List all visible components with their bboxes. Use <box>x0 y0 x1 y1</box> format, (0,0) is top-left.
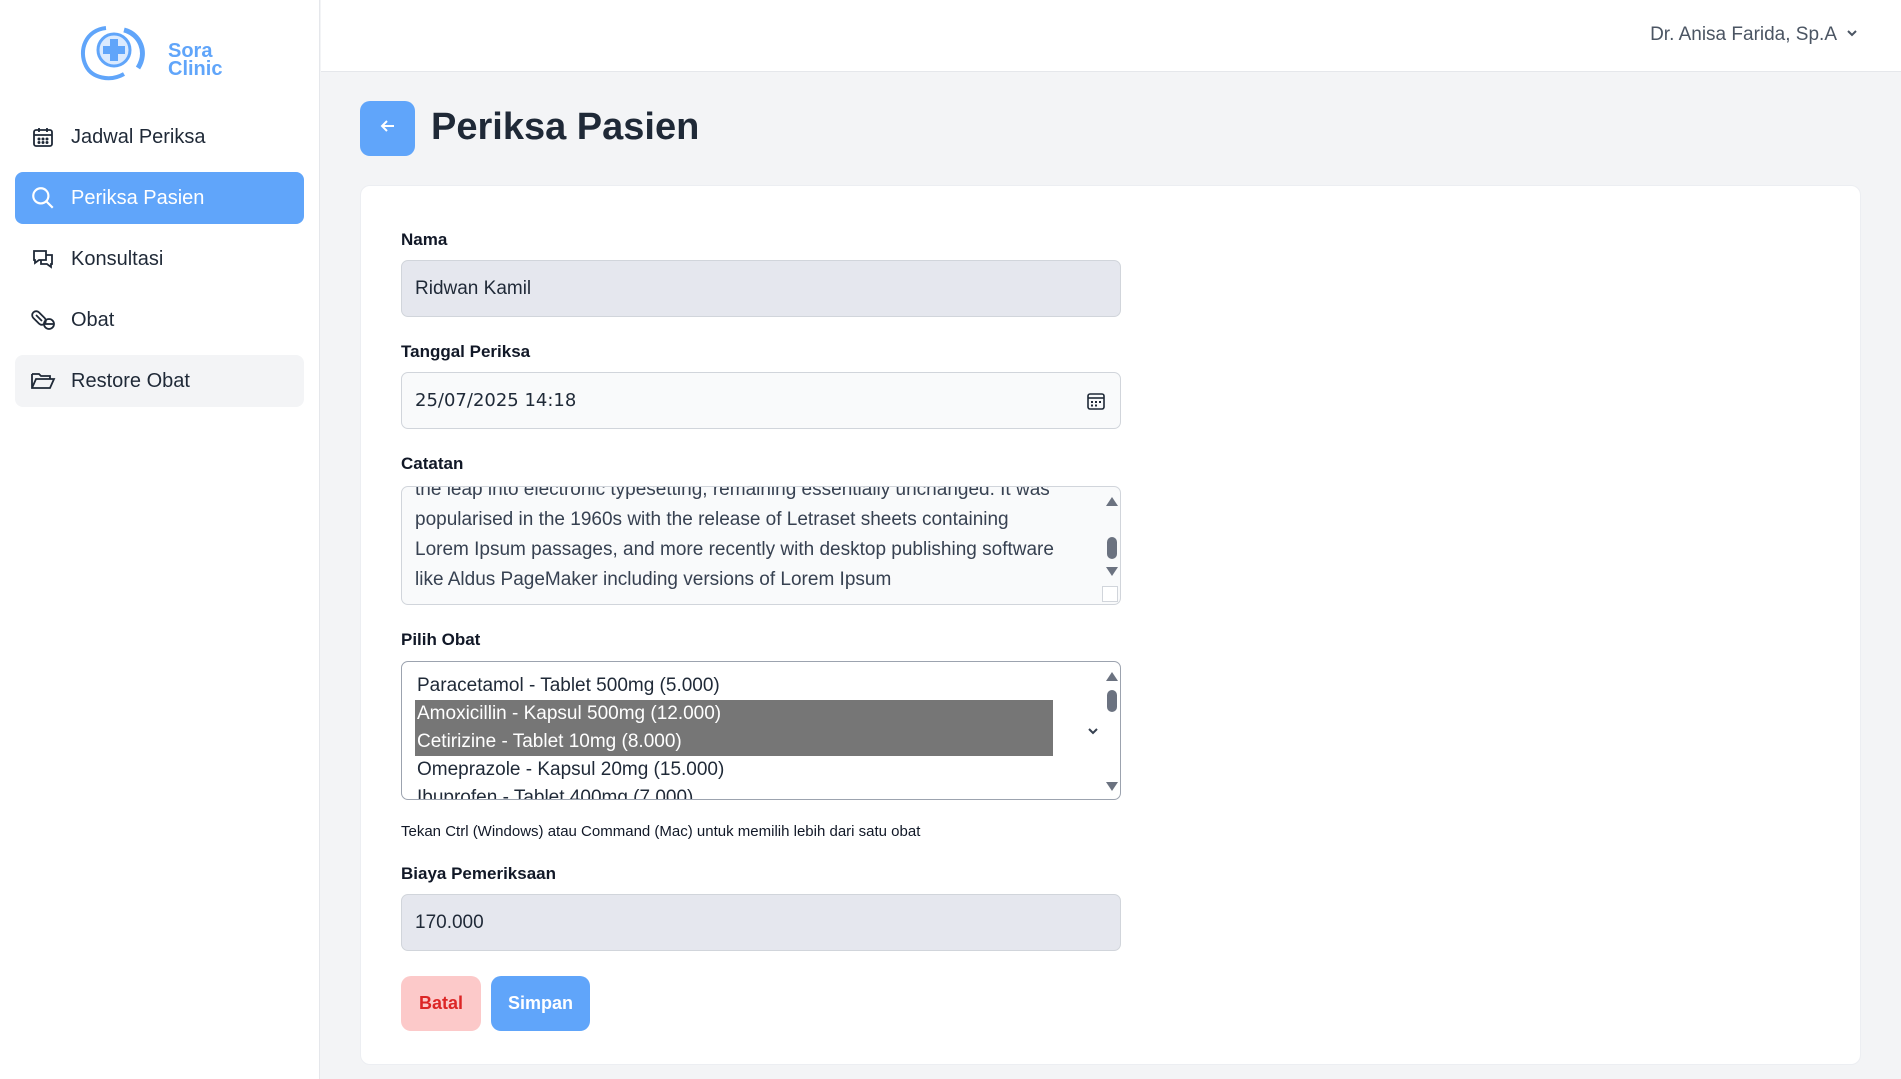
catatan-line: Lorem Ipsum passages, and more recently … <box>415 539 1054 560</box>
back-button[interactable] <box>360 101 415 156</box>
catatan-line: popularised in the 1960s with the releas… <box>415 509 1009 530</box>
sidebar-item-label: Jadwal Periksa <box>71 125 206 148</box>
catatan-line: like Aldus PageMaker including versions … <box>415 569 892 590</box>
tanggal-value: 25/07/2025 14:18 <box>415 390 577 411</box>
sidebar-item-konsultasi[interactable]: Konsultasi <box>15 233 304 285</box>
save-button[interactable]: Simpan <box>491 976 590 1031</box>
chevron-down-icon <box>1086 724 1100 743</box>
logo-text: Sora Clinic <box>168 41 223 80</box>
obat-hint: Tekan Ctrl (Windows) atau Command (Mac) … <box>401 823 921 840</box>
pilih-obat-label: Pilih Obat <box>401 630 481 649</box>
chat-icon <box>29 245 57 273</box>
scroll-thumb[interactable] <box>1107 690 1117 712</box>
calendar-icon <box>29 123 57 151</box>
sidebar-nav: Jadwal Periksa Periksa Pasien Konsultasi <box>15 111 304 416</box>
catatan-text: the leap into electronic typesetting, re… <box>415 486 1095 595</box>
catatan-textarea[interactable]: the leap into electronic typesetting, re… <box>401 486 1121 605</box>
scroll-down-arrow-icon[interactable] <box>1106 567 1118 576</box>
user-name: Dr. Anisa Farida, Sp.A <box>1650 24 1837 45</box>
nama-field[interactable]: Ridwan Kamil <box>401 260 1121 317</box>
sidebar-item-label: Periksa Pasien <box>71 186 205 209</box>
arrow-left-icon <box>378 116 398 141</box>
folder-open-icon <box>29 367 57 395</box>
scroll-up-arrow-icon[interactable] <box>1106 497 1118 506</box>
exam-form-card: Nama Ridwan Kamil Tanggal Periksa 25/07/… <box>360 185 1861 1065</box>
sidebar-item-obat[interactable]: Obat <box>15 294 304 346</box>
biaya-label: Biaya Pemeriksaan <box>401 864 556 883</box>
cancel-button[interactable]: Batal <box>401 976 481 1031</box>
chevron-down-icon <box>1845 26 1859 45</box>
nama-label: Nama <box>401 230 448 249</box>
tanggal-label: Tanggal Periksa <box>401 342 531 361</box>
obat-option-selected[interactable]: Amoxicillin - Kapsul 500mg (12.000) <box>415 700 1053 728</box>
clinic-logo-icon <box>80 26 145 81</box>
logo[interactable]: Sora Clinic <box>76 22 236 84</box>
logo-line-2: Clinic <box>168 58 223 80</box>
scroll-thumb[interactable] <box>1107 537 1117 559</box>
obat-scrollbar[interactable] <box>1104 662 1118 799</box>
obat-multiselect[interactable]: Paracetamol - Tablet 500mg (5.000) Amoxi… <box>401 661 1121 800</box>
catatan-label: Catatan <box>401 454 464 473</box>
sidebar-item-periksa-pasien[interactable]: Periksa Pasien <box>15 172 304 224</box>
nama-value: Ridwan Kamil <box>415 277 532 299</box>
sidebar: Sora Clinic Jadwal Periksa Periksa Pasie… <box>0 0 320 1079</box>
sidebar-item-label: Konsultasi <box>71 247 164 270</box>
tanggal-periksa-field[interactable]: 25/07/2025 14:18 <box>401 372 1121 429</box>
search-icon <box>29 184 57 212</box>
resize-handle-icon[interactable] <box>1102 586 1118 602</box>
sidebar-item-label: Restore Obat <box>71 369 190 392</box>
scroll-up-arrow-icon[interactable] <box>1106 672 1118 681</box>
pills-icon <box>29 306 57 334</box>
scroll-down-arrow-icon[interactable] <box>1106 782 1118 791</box>
obat-option[interactable]: Omeprazole - Kapsul 20mg (15.000) <box>415 756 1053 784</box>
sidebar-item-restore-obat[interactable]: Restore Obat <box>15 355 304 407</box>
sidebar-item-jadwal-periksa[interactable]: Jadwal Periksa <box>15 111 304 163</box>
obat-option[interactable]: Ibuprofen - Tablet 400mg (7.000) <box>415 784 1053 799</box>
calendar-picker-icon[interactable] <box>1086 391 1106 416</box>
obat-option-selected[interactable]: Cetirizine - Tablet 10mg (8.000) <box>415 728 1053 756</box>
top-bar: Dr. Anisa Farida, Sp.A <box>321 0 1901 72</box>
page-title: Periksa Pasien <box>431 106 700 148</box>
catatan-line: the leap into electronic typesetting, re… <box>415 486 1050 500</box>
biaya-value: 170.000 <box>415 911 484 933</box>
user-menu[interactable]: Dr. Anisa Farida, Sp.A <box>1650 24 1859 46</box>
sidebar-item-label: Obat <box>71 308 115 331</box>
obat-option[interactable]: Paracetamol - Tablet 500mg (5.000) <box>415 672 1053 700</box>
biaya-field[interactable]: 170.000 <box>401 894 1121 951</box>
catatan-scrollbar[interactable] <box>1104 487 1118 587</box>
